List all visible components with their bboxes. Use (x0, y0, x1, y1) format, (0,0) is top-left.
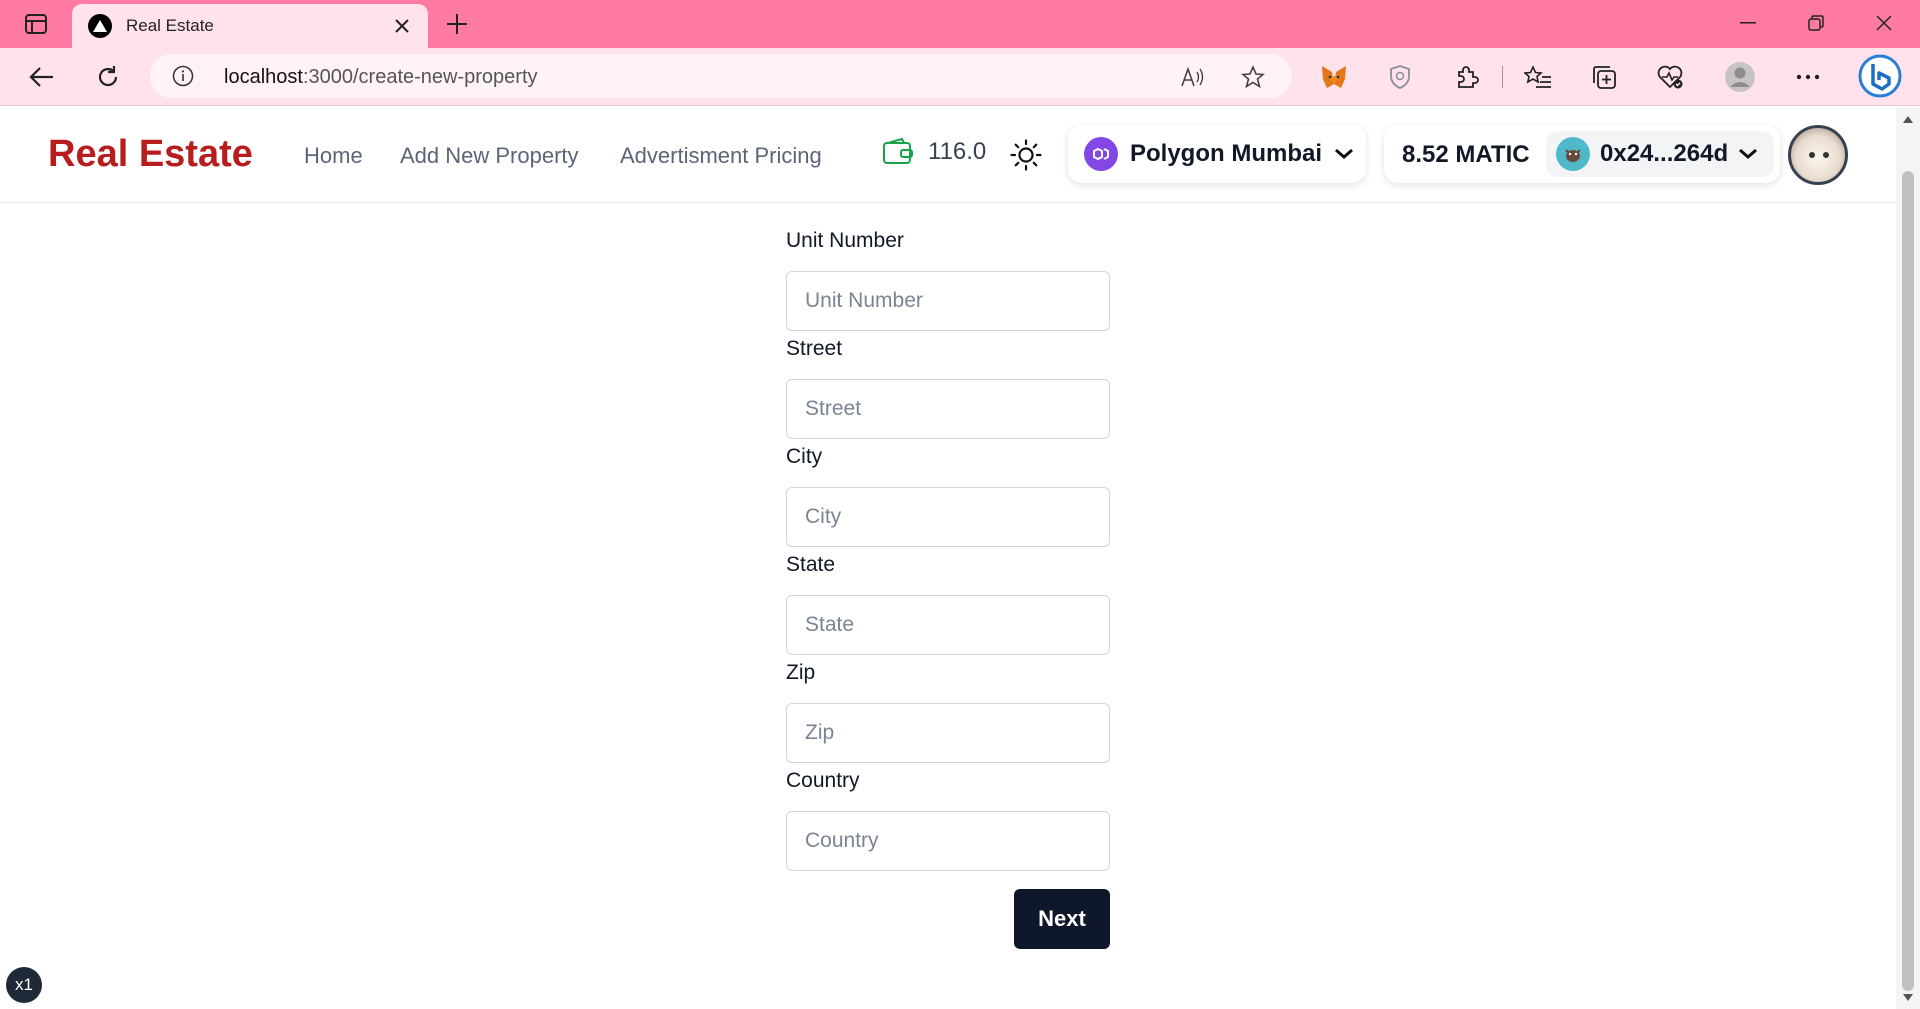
tab-title: Real Estate (126, 16, 214, 35)
account-address-pill[interactable]: 0x24...264d (1546, 131, 1774, 177)
nav-link-home[interactable]: Home (304, 143, 363, 169)
metamask-extension-icon[interactable] (1316, 60, 1352, 94)
account-connect-button[interactable]: 8.52 MATIC 0x24...264d (1384, 125, 1780, 183)
avatar-eye (1823, 152, 1829, 158)
bing-copilot-icon[interactable] (1856, 52, 1904, 100)
city-label: City (786, 445, 823, 468)
new-tab-icon[interactable] (442, 10, 472, 38)
toolbar-divider (1502, 66, 1503, 88)
read-aloud-icon[interactable] (1180, 64, 1206, 90)
settings-more-icon[interactable] (1790, 60, 1826, 94)
minimize-icon[interactable] (1730, 8, 1766, 38)
country-input[interactable] (786, 811, 1110, 871)
url-host: localhost (224, 66, 303, 88)
country-label: Country (786, 769, 860, 792)
browser-tab-active[interactable]: Real Estate (72, 4, 428, 48)
unit-number-label: Unit Number (786, 229, 904, 252)
shield-extension-icon[interactable] (1382, 60, 1418, 94)
account-balance: 8.52 MATIC (1402, 141, 1530, 168)
restore-icon[interactable] (1798, 8, 1834, 38)
site-header: Real Estate Home Add New Property Advert… (0, 107, 1896, 203)
avatar-eye (1809, 152, 1815, 158)
nav-link-add-new-property[interactable]: Add New Property (400, 143, 579, 169)
zip-input[interactable] (786, 703, 1110, 763)
state-input[interactable] (786, 595, 1110, 655)
address-bar[interactable]: localhost:3000/create-new-property (150, 54, 1292, 98)
state-label: State (786, 553, 836, 576)
close-tab-icon[interactable] (390, 14, 414, 38)
scroll-down-arrow-icon[interactable] (1902, 991, 1914, 1003)
browser-toolbar: localhost:3000/create-new-property (0, 48, 1920, 106)
next-button[interactable]: Next (1014, 889, 1110, 949)
reload-icon[interactable] (90, 60, 126, 94)
collections-icon[interactable] (1586, 60, 1622, 94)
street-input[interactable] (786, 379, 1110, 439)
city-input[interactable] (786, 487, 1110, 547)
user-avatar[interactable] (1788, 125, 1848, 185)
url-text[interactable]: localhost:3000/create-new-property (224, 66, 538, 89)
wallet-balance: 116.0 (882, 137, 986, 167)
extensions-puzzle-icon[interactable] (1448, 60, 1484, 94)
scroll-up-arrow-icon[interactable] (1902, 113, 1914, 125)
site-info-icon[interactable] (172, 65, 194, 87)
favorites-list-icon[interactable] (1520, 60, 1556, 94)
account-avatar-icon (1556, 137, 1590, 171)
back-icon[interactable] (24, 60, 60, 94)
nav-link-advertisment-pricing[interactable]: Advertisment Pricing (620, 143, 822, 169)
account-address: 0x24...264d (1600, 140, 1729, 167)
network-name: Polygon Mumbai (1130, 140, 1322, 167)
zoom-badge[interactable]: x1 (6, 967, 42, 1003)
street-label: Street (786, 337, 843, 360)
chevron-down-icon (1739, 148, 1758, 159)
polygon-icon (1084, 137, 1118, 171)
theme-toggle-sun-icon[interactable] (1008, 137, 1044, 173)
network-selector-button[interactable]: Polygon Mumbai (1068, 125, 1366, 183)
url-path: :3000/create-new-property (302, 66, 538, 88)
page-viewport: Real Estate Home Add New Property Advert… (0, 107, 1896, 1009)
page-scrollbar[interactable] (1896, 107, 1920, 1009)
profile-avatar-icon[interactable] (1722, 60, 1758, 94)
favorite-star-icon[interactable] (1240, 64, 1266, 90)
browser-tab-strip: Real Estate (0, 0, 1920, 48)
browser-essentials-icon[interactable] (1652, 60, 1688, 94)
wallet-balance-value: 116.0 (928, 138, 987, 165)
unit-number-input[interactable] (786, 271, 1110, 331)
brand-logo[interactable]: Real Estate (48, 133, 253, 176)
site-favicon-icon (88, 14, 112, 38)
scrollbar-thumb[interactable] (1902, 171, 1914, 991)
chevron-down-icon (1335, 148, 1353, 159)
close-window-icon[interactable] (1866, 8, 1902, 38)
zip-label: Zip (786, 661, 816, 684)
tab-actions-icon[interactable] (18, 10, 54, 38)
wallet-icon (883, 137, 913, 164)
